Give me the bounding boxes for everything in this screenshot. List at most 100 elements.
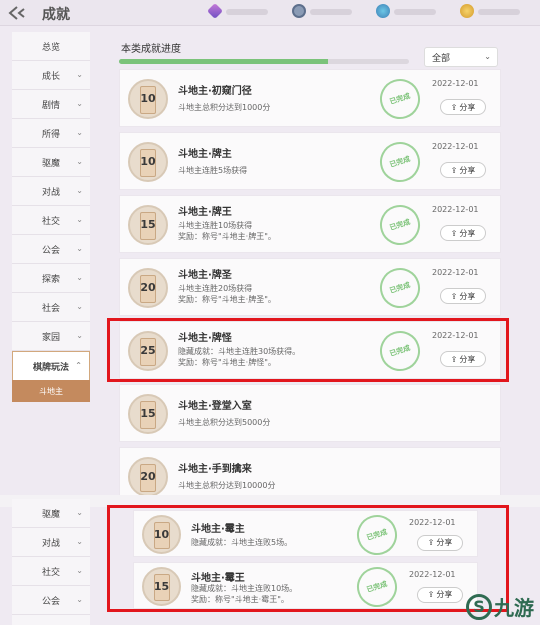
share-label: 分享 [459,291,476,301]
chevron-down-icon: ⌄ [76,537,83,546]
sidebar-item-obtained[interactable]: 所得 ⌄ [12,119,90,148]
achievement-badge-icon: 15 [128,205,168,245]
sidebar-item-growth[interactable]: 成长 ⌄ [12,61,90,90]
achievement-points: 20 [140,281,156,294]
globe-icon [376,4,390,18]
sidebar-item-guild[interactable]: 公会 ⌄ [12,586,90,615]
achievement-points: 10 [140,92,156,105]
globe-resource [376,4,438,20]
achievement-badge-icon: 10 [128,142,168,182]
completion-date: 2022-12-01 [432,204,479,214]
share-icon: ⇪ [450,165,458,175]
page-title: 成就 [42,7,70,23]
chevron-down-icon: ⌄ [76,595,83,604]
sidebar-subitem-doudizhu[interactable]: 斗地主 [12,380,90,402]
sidebar-item-social[interactable]: 社交 ⌄ [12,557,90,586]
achievement-name: 斗地主·牌主 [178,148,232,160]
achievement-reward: 奖励：称号"斗地主·牌王"。 [178,232,276,242]
achievement-badge-icon: 10 [128,79,168,119]
sidebar-item-battle[interactable]: 对战 ⌄ [12,528,90,557]
share-button[interactable]: ⇪ 分享 [440,288,486,304]
sidebar-item-overview[interactable]: 总览 [12,32,90,61]
share-icon: ⇪ [450,102,458,112]
sidebar-item-social[interactable]: 社交 ⌄ [12,206,90,235]
chevron-down-icon: ⌄ [484,52,491,61]
share-label: 分享 [459,102,476,112]
achievement-card: 20 斗地主·牌圣斗地主连胜20场获得 奖励：称号"斗地主·牌圣"。 已完成 2022-… [119,258,501,316]
chevron-up-icon: ⌃ [75,361,82,370]
achievement-description: 斗地主连胜10场获得 [178,221,253,231]
crystal-icon [207,3,223,19]
achievement-description: 斗地主总积分达到5000分 [178,417,271,427]
completed-stamp: 已完成 [374,199,426,251]
achievement-description: 斗地主总积分达到1000分 [178,102,271,112]
achievement-badge-icon: 15 [128,394,168,434]
sidebar-item-guild[interactable]: 公会 ⌄ [12,235,90,264]
share-icon: ⇪ [450,228,458,238]
completion-date: 2022-12-01 [432,141,479,151]
share-label: 分享 [459,165,476,175]
gear-coin-icon [292,4,306,18]
achievement-card: 10 斗地主·初窥门径斗地主总积分达到1000分 已完成 2022-12-01 ⇪ 分享 [119,69,501,127]
achievement-name: 斗地主·牌王 [178,206,232,218]
achievement-name: 斗地主·牌圣 [178,269,232,281]
chevron-down-icon: ⌄ [76,157,83,166]
filter-dropdown[interactable]: 全部 ⌄ [424,47,498,67]
sidebar-item-explore[interactable]: 探索⌄ [12,615,90,625]
achievement-badge-icon: 20 [128,268,168,308]
chevron-down-icon: ⌄ [76,244,83,253]
chevron-down-icon: ⌄ [76,128,83,137]
chevron-down-icon: ⌄ [76,302,83,311]
sidebar-item-exorcism[interactable]: 驱魔 ⌄ [12,148,90,177]
gear-coin-resource [292,4,354,20]
achievement-card: 15 斗地主·登堂入室斗地主总积分达到5000分 [119,384,501,442]
chevron-down-icon: ⌄ [76,508,83,517]
chevron-down-icon: ⌄ [76,70,83,79]
progress-fill [119,59,328,64]
back-arrow-icon[interactable] [8,6,28,20]
header-bar: 成就 [0,0,540,26]
watermark-logo: S 九游 [466,592,534,621]
achievement-card: 15 斗地主·牌王斗地主连胜10场获得 奖励：称号"斗地主·牌王"。 已完成 2022-… [119,195,501,253]
sidebar-item-explore[interactable]: 探索⌄ [12,264,90,293]
chevron-down-icon: ⌄ [76,331,83,340]
chevron-down-icon: ⌄ [76,99,83,108]
achievement-reward: 奖励：称号"斗地主·牌圣"。 [178,295,276,305]
share-button[interactable]: ⇪ 分享 [440,99,486,115]
chevron-down-icon: ⌄ [76,215,83,224]
achievement-points: 20 [140,470,156,483]
share-button[interactable]: ⇪ 分享 [440,225,486,241]
sidebar-item-board-games[interactable]: 棋牌玩法 ⌃ [12,351,90,380]
completion-date: 2022-12-01 [432,267,479,277]
highlight-box [107,318,509,382]
completed-stamp: 已完成 [374,262,426,314]
achievement-name: 斗地主·登堂入室 [178,400,252,412]
chevron-down-icon: ⌄ [76,566,83,575]
sidebar-item-battle[interactable]: 对战 ⌄ [12,177,90,206]
achievement-name: 斗地主·初窥门径 [178,85,252,97]
achievement-description: 斗地主连胜5场获得 [178,165,248,175]
category-sidebar-lower: 驱魔⌄ 对战⌄ 社交⌄ 公会⌄ 探索⌄ [12,499,90,625]
chevron-down-icon: ⌄ [76,273,83,282]
achievement-points: 15 [140,407,156,420]
sidebar-item-exorcism[interactable]: 驱魔 ⌄ [12,499,90,528]
category-sidebar: 总览 成长 ⌄ 剧情 ⌄ 所得 ⌄ 驱魔 ⌄ 对战 ⌄ 社交 ⌄ 公会 ⌄ 探索 ⌄ 社会 ⌄ 家… [12,32,90,402]
completion-date: 2022-12-01 [432,78,479,88]
achievement-description: 斗地主连胜20场获得 [178,284,253,294]
share-icon: ⇪ [450,291,458,301]
share-label: 分享 [459,228,476,238]
sidebar-item-society[interactable]: 社会 ⌄ [12,293,90,322]
achievement-name: 斗地主·手到擒来 [178,463,252,475]
logo-icon: S [466,593,492,620]
sidebar-item-home[interactable]: 家园 ⌄ [12,322,90,351]
highlight-box [107,505,509,612]
share-button[interactable]: ⇪ 分享 [440,162,486,178]
crystal-resource [207,3,270,20]
achievement-description: 斗地主总积分达到10000分 [178,480,276,490]
completed-stamp: 已完成 [374,73,426,125]
section-title: 本类成就进度 [121,44,181,55]
achievement-points: 10 [140,155,156,168]
progress-bar [119,59,409,64]
gold-coin-icon [460,4,474,18]
sidebar-item-story[interactable]: 剧情 ⌄ [12,90,90,119]
